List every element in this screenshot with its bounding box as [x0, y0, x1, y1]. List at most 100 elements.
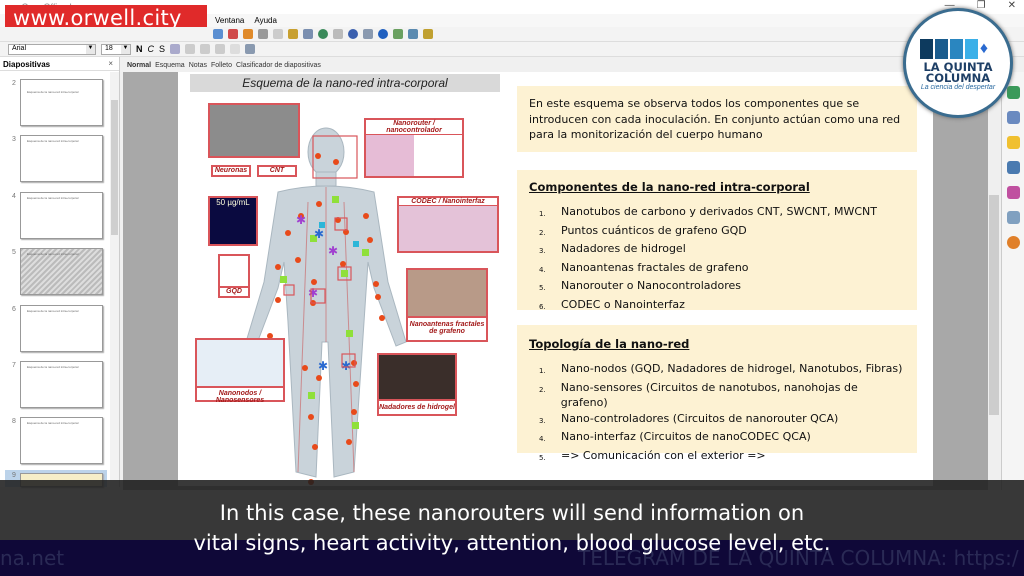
grid-icon[interactable] — [333, 29, 343, 39]
list-item: 5. => Comunicación con el exterior => — [539, 448, 766, 462]
flame-icon: ♦ — [979, 40, 989, 57]
logo-tagline: La ciencia del despertar — [920, 84, 996, 91]
intro-textbox[interactable]: En este esquema se observa todos los com… — [517, 86, 917, 152]
nanorouter-label: Nanorouter / nanocontrolador — [366, 120, 462, 135]
slide-thumbnail[interactable]: Esquema de la nano-red intra-corporal — [20, 417, 103, 464]
compass-icon[interactable] — [1006, 236, 1020, 249]
bullets-icon[interactable] — [230, 44, 241, 54]
help-icon[interactable] — [378, 29, 388, 39]
components-list: 1. Nanotubos de carbono y derivados CNT, … — [529, 204, 905, 315]
slides-pane-title: Diapositivas — [3, 60, 51, 69]
subtitles: In this case, these nanorouters will sen… — [0, 498, 1024, 558]
transition-icon[interactable] — [1006, 161, 1020, 174]
list-item: 2. Puntos cuánticos de grafeno GQD — [539, 223, 747, 237]
image-icon[interactable] — [423, 29, 433, 39]
globe-icon[interactable] — [318, 29, 328, 39]
nanoantenas-image: Nanoantenas fractales de grafeno — [406, 268, 488, 342]
slides-pane-header: Diapositivas × — [0, 57, 119, 71]
align-left-icon[interactable] — [170, 44, 181, 54]
zoom-icon[interactable] — [363, 29, 373, 39]
list-item: 4. Nano-interfaz (Circuitos de nanoCODEC … — [539, 430, 811, 443]
shadow-button[interactable]: S — [159, 44, 165, 54]
topology-textbox[interactable]: Topología de la nano-red 1. Nano-nodos (G… — [517, 325, 917, 462]
thumb-title: Esquema de la nano-red intra-corporal — [27, 421, 79, 425]
tab-clasificador[interactable]: Clasificador de diapositivas — [236, 62, 321, 72]
la-quinta-columna-logo: ♦ LA QUINTA COLUMNA La ciencia del desper… — [903, 8, 1013, 118]
task-pane-icons — [1001, 72, 1024, 490]
close-button[interactable]: ✕ — [1008, 0, 1016, 11]
list-item: 3. Nadadores de hidrogel — [539, 242, 686, 255]
font-color-icon[interactable] — [245, 44, 256, 54]
svg-text:✱: ✱ — [314, 227, 324, 241]
slide-icon[interactable] — [393, 29, 403, 39]
close-pane-button[interactable]: × — [108, 59, 113, 68]
chart-icon[interactable] — [288, 29, 298, 39]
font-size-select[interactable]: 18 ▼ — [101, 43, 131, 55]
components-heading: Componentes de la nano-red intra-corpora… — [529, 180, 810, 194]
standard-toolbar — [0, 27, 1024, 42]
align-right-icon[interactable] — [200, 44, 211, 54]
navigator-icon[interactable] — [348, 29, 358, 39]
slide-thumbnail[interactable]: Esquema de la nano-red intra-corporal — [20, 79, 103, 126]
list-item: 2. Nano-sensores (Circuitos de nanotubos,… — [539, 380, 858, 410]
slide-number: 2 — [12, 80, 16, 87]
svg-text:✱: ✱ — [308, 286, 318, 300]
justify-icon[interactable] — [215, 44, 226, 54]
subtitle-line-2: vital signs, heart activity, attention, … — [193, 531, 831, 555]
chevron-down-icon: ▼ — [86, 44, 95, 54]
slide-thumbnail[interactable]: Esquema de la nano-red intra-corporal — [20, 135, 103, 182]
slide-thumbnail[interactable]: Esquema de la nano-red intra-corporal — [20, 361, 103, 408]
nanoantenas-label: Nanoantenas fractales de grafeno — [406, 316, 488, 342]
master-pages-icon[interactable] — [1006, 111, 1020, 124]
tab-esquema[interactable]: Esquema — [155, 62, 185, 72]
animation-icon[interactable] — [1006, 136, 1020, 149]
scrollbar-thumb[interactable] — [989, 195, 999, 415]
logo-line2: COLUMNA — [925, 71, 991, 85]
menu-ventana[interactable]: Ventana — [215, 16, 244, 27]
concentration-label: 50 µg/mL — [216, 198, 250, 207]
codec-label: CODEC / Nanointerfaz — [399, 198, 497, 206]
tab-folleto[interactable]: Folleto — [211, 62, 232, 72]
neuronas-label: Neuronas — [211, 165, 251, 177]
list-item: 1. Nano-nodos (GQD, Nadadores de hidrogel… — [539, 362, 903, 375]
slide-number: 7 — [12, 362, 16, 369]
redo-icon[interactable] — [273, 29, 283, 39]
topology-heading: Topología de la nano-red — [529, 337, 690, 351]
italic-button[interactable]: C — [148, 44, 155, 54]
table-icon[interactable] — [303, 29, 313, 39]
logo-bars-icon: ♦ — [898, 39, 1010, 59]
slide-thumbnail-hidden[interactable]: Esquema de la nano-red intra-corporal — [20, 248, 103, 295]
tab-normal[interactable]: Normal — [127, 62, 151, 72]
slide-number: 9 — [12, 472, 16, 479]
thumb-title: Esquema de la nano-red intra-corporal — [27, 196, 79, 200]
slide-thumbnail[interactable]: Esquema de la nano-red intra-corporal — [20, 192, 103, 239]
nanonodos-image: Nanonodos / Nanosensores — [195, 338, 285, 404]
slide-number: 5 — [12, 249, 16, 256]
gqd-label: GQD — [218, 286, 250, 298]
font-size-value: 18 — [105, 44, 113, 52]
tab-notas[interactable]: Notas — [189, 62, 207, 72]
font-name-select[interactable]: Arial ▼ — [8, 43, 96, 55]
components-textbox[interactable]: Componentes de la nano-red intra-corpora… — [517, 170, 917, 311]
gqd-microscope-image: 50 µg/mL — [208, 196, 258, 246]
styles-icon[interactable] — [1006, 186, 1020, 199]
scrollbar-thumb[interactable] — [111, 100, 118, 235]
maximize-button[interactable]: ❐ — [977, 0, 986, 11]
cnt-label: CNT — [257, 165, 297, 177]
layout-icon[interactable] — [408, 29, 418, 39]
nanorouter-image: Nanorouter / nanocontrolador — [364, 118, 464, 178]
toolbar-icon[interactable] — [243, 29, 253, 39]
toolbar-icon[interactable] — [228, 29, 238, 39]
navigator-icon[interactable] — [1006, 211, 1020, 224]
undo-icon[interactable] — [258, 29, 268, 39]
align-center-icon[interactable] — [185, 44, 196, 54]
slide-thumbnail[interactable]: Esquema de la nano-red intra-corporal — [20, 305, 103, 352]
menu-ayuda[interactable]: Ayuda — [254, 16, 277, 27]
topology-list: 1. Nano-nodos (GQD, Nadadores de hidrogel… — [529, 361, 905, 466]
bold-button[interactable]: N — [136, 44, 143, 54]
svg-text:✱: ✱ — [296, 213, 306, 227]
toolbar-icon[interactable] — [213, 29, 223, 39]
svg-text:✱: ✱ — [328, 244, 338, 258]
nanonodos-label: Nanonodos / Nanosensores — [195, 386, 285, 404]
slide-number: 4 — [12, 193, 16, 200]
